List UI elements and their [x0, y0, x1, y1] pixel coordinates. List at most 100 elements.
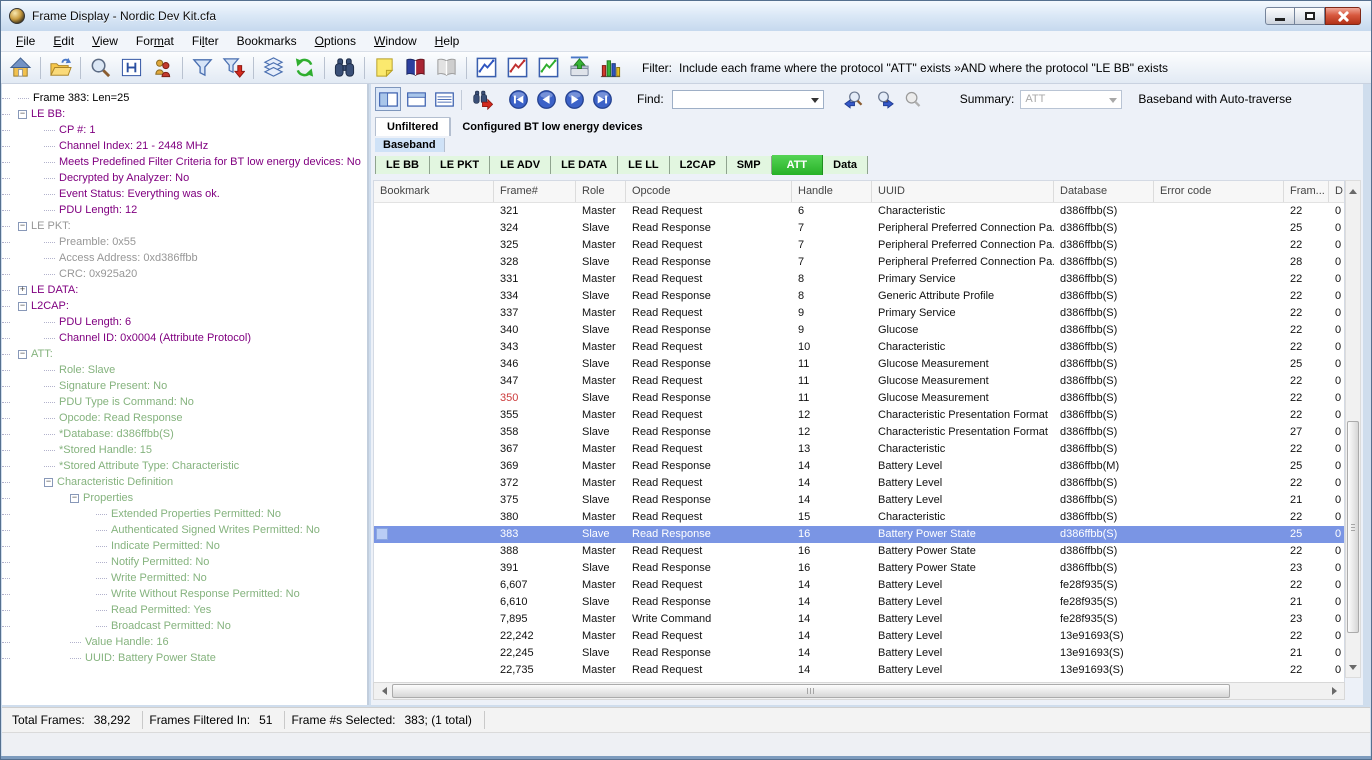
table-row[interactable]: 391 Slave Read Response 16 Battery Power…: [374, 560, 1344, 577]
tab-le-bb[interactable]: LE BB: [375, 156, 430, 174]
menu-view[interactable]: View: [83, 32, 127, 50]
menu-bookmarks[interactable]: Bookmarks: [228, 32, 306, 50]
column-header-handle[interactable]: Handle: [792, 181, 872, 202]
tree-item[interactable]: Authenticated Signed Writes Permitted: N…: [2, 522, 367, 538]
column-header-error-code[interactable]: Error code: [1154, 181, 1284, 202]
table-row[interactable]: 343 Master Read Request 10 Characteristi…: [374, 339, 1344, 356]
tree-expander[interactable]: [18, 286, 27, 295]
next-frame-button[interactable]: [561, 87, 587, 111]
table-row[interactable]: 347 Master Read Request 11 Glucose Measu…: [374, 373, 1344, 390]
menu-format[interactable]: Format: [127, 32, 183, 50]
capture-icon[interactable]: [564, 54, 595, 82]
tree-item[interactable]: Event Status: Everything was ok.: [2, 186, 367, 202]
chart-green-icon[interactable]: [533, 54, 564, 82]
tree-expander[interactable]: [70, 642, 81, 643]
summary-combobox[interactable]: ATT: [1020, 90, 1122, 109]
column-header-frame[interactable]: Frame#: [494, 181, 576, 202]
table-row[interactable]: 346 Slave Read Response 11 Glucose Measu…: [374, 356, 1344, 373]
tab-unfiltered[interactable]: Unfiltered: [375, 117, 450, 136]
find-icon[interactable]: [329, 54, 360, 82]
tree-expander[interactable]: [44, 338, 55, 339]
tab-le-ll[interactable]: LE LL: [618, 156, 670, 174]
table-row[interactable]: 369 Master Read Response 14 Battery Leve…: [374, 458, 1344, 475]
column-header-database[interactable]: Database: [1054, 181, 1154, 202]
horizontal-scroll-thumb[interactable]: [392, 684, 1230, 698]
tree-expander[interactable]: [44, 370, 55, 371]
go-to-frame-icon[interactable]: [469, 87, 495, 111]
table-row[interactable]: 380 Master Read Request 15 Characteristi…: [374, 509, 1344, 526]
tree-item[interactable]: Broadcast Permitted: No: [2, 618, 367, 634]
scroll-down-button[interactable]: [1346, 661, 1360, 677]
search-backward-icon[interactable]: [842, 87, 868, 111]
tree-expander[interactable]: [44, 274, 55, 275]
tab-data[interactable]: Data: [823, 156, 868, 174]
minimize-button[interactable]: [1265, 7, 1295, 25]
tree-expander[interactable]: [18, 302, 27, 311]
tree-item[interactable]: *Database: d386ffbb(S): [2, 426, 367, 442]
tree-expander[interactable]: [96, 594, 107, 595]
tree-expander[interactable]: [44, 258, 55, 259]
show-both-panes-icon[interactable]: [375, 87, 401, 111]
table-row[interactable]: 321 Master Read Request 6 Characteristic…: [374, 203, 1344, 220]
table-row[interactable]: 331 Master Read Request 8 Primary Servic…: [374, 271, 1344, 288]
tree-item[interactable]: Channel ID: 0x0004 (Attribute Protocol): [2, 330, 367, 346]
vertical-scroll-thumb[interactable]: [1347, 421, 1359, 633]
table-row[interactable]: 358 Slave Read Response 12 Characteristi…: [374, 424, 1344, 441]
column-header-role[interactable]: Role: [576, 181, 626, 202]
tree-item[interactable]: Write Permitted: No: [2, 570, 367, 586]
table-row[interactable]: 383 Slave Read Response 16 Battery Power…: [374, 526, 1344, 543]
summary-pane-icon[interactable]: [403, 87, 429, 111]
table-row[interactable]: 355 Master Read Request 12 Characteristi…: [374, 407, 1344, 424]
tree-item[interactable]: Signature Present: No: [2, 378, 367, 394]
detail-pane-icon[interactable]: [431, 87, 457, 111]
note-icon[interactable]: [369, 54, 400, 82]
previous-frame-button[interactable]: [533, 87, 559, 111]
chart-blue-icon[interactable]: [471, 54, 502, 82]
column-header-uuid[interactable]: UUID: [872, 181, 1054, 202]
tree-expander[interactable]: [96, 578, 107, 579]
tab-att[interactable]: ATT: [772, 155, 824, 175]
tree-expander[interactable]: [44, 478, 53, 487]
tree-expander[interactable]: [44, 418, 55, 419]
tree-expander[interactable]: [96, 546, 107, 547]
table-row[interactable]: 340 Slave Read Response 9 Glucose d386ff…: [374, 322, 1344, 339]
tree-expander[interactable]: [18, 222, 27, 231]
tree-expander[interactable]: [44, 194, 55, 195]
menu-options[interactable]: Options: [306, 32, 365, 50]
chevron-down-icon[interactable]: [811, 98, 819, 107]
table-row[interactable]: 367 Master Read Request 13 Characteristi…: [374, 441, 1344, 458]
tree-item[interactable]: Indicate Permitted: No: [2, 538, 367, 554]
tree-item[interactable]: LE PKT:: [2, 218, 367, 234]
duplicate-view-icon[interactable]: [258, 54, 289, 82]
tab-baseband[interactable]: Baseband: [375, 138, 445, 152]
tree-item[interactable]: Properties: [2, 490, 367, 506]
tree-item[interactable]: Frame 383: Len=25: [2, 90, 367, 106]
bookmarks-view-icon[interactable]: [400, 54, 431, 82]
table-row[interactable]: 325 Master Read Request 7 Peripheral Pre…: [374, 237, 1344, 254]
tree-expander[interactable]: [44, 434, 55, 435]
menu-window[interactable]: Window: [365, 32, 426, 50]
tree-item[interactable]: PDU Length: 12: [2, 202, 367, 218]
tree-item[interactable]: Access Address: 0xd386ffbb: [2, 250, 367, 266]
column-header-bookmark[interactable]: Bookmark: [374, 181, 494, 202]
tree-item[interactable]: Extended Properties Permitted: No: [2, 506, 367, 522]
tab-configured-bt-low-energy-devices[interactable]: Configured BT low energy devices: [450, 117, 654, 136]
tab-le-data[interactable]: LE DATA: [551, 156, 618, 174]
menu-help[interactable]: Help: [426, 32, 469, 50]
tree-item[interactable]: LE BB:: [2, 106, 367, 122]
search-inactive-icon[interactable]: [900, 87, 926, 111]
timeline-icon[interactable]: [116, 54, 147, 82]
tree-item[interactable]: PDU Type is Command: No: [2, 394, 367, 410]
chart-red-icon[interactable]: [502, 54, 533, 82]
tree-expander[interactable]: [18, 110, 27, 119]
horizontal-scrollbar[interactable]: [373, 682, 1345, 700]
tree-expander[interactable]: [44, 210, 55, 211]
tab-le-adv[interactable]: LE ADV: [490, 156, 551, 174]
scroll-right-button[interactable]: [1328, 683, 1344, 699]
tree-item[interactable]: *Stored Attribute Type: Characteristic: [2, 458, 367, 474]
refresh-icon[interactable]: [289, 54, 320, 82]
tree-expander[interactable]: [44, 450, 55, 451]
close-button[interactable]: [1325, 7, 1361, 25]
filter-icon[interactable]: [187, 54, 218, 82]
tree-item[interactable]: UUID: Battery Power State: [2, 650, 367, 666]
